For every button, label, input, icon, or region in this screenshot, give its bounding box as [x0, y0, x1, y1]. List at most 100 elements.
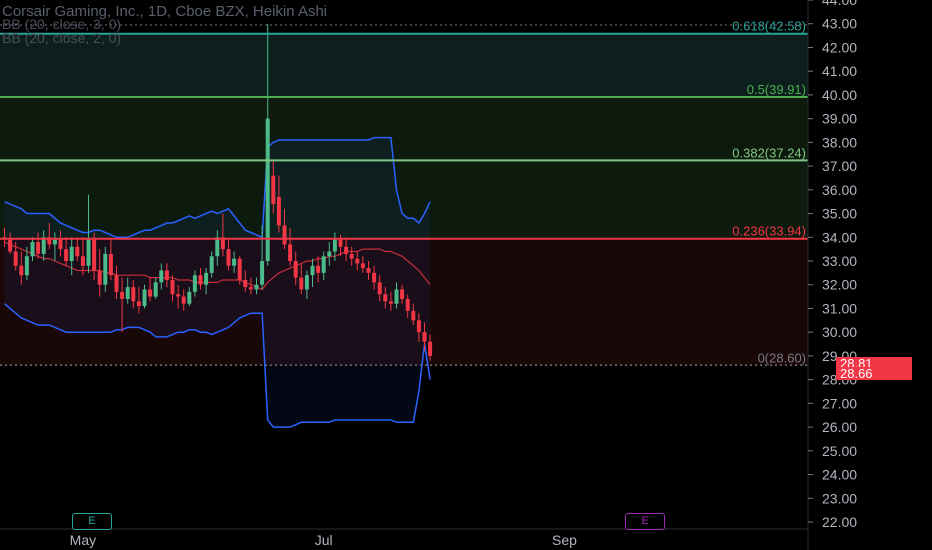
candle-body — [332, 239, 337, 252]
fib-label: 0.382(37.24) — [732, 145, 806, 160]
candle-body — [360, 263, 365, 269]
prev-price-tag: 28.66 — [836, 367, 912, 380]
candle-body — [97, 270, 102, 285]
fib-zone — [0, 33, 808, 98]
candle-body — [288, 244, 293, 261]
y-tick-label: 31.00 — [822, 300, 857, 316]
candle-body — [125, 287, 130, 299]
candle-body — [192, 275, 197, 292]
candle-body — [338, 239, 343, 247]
y-tick-label: 34.00 — [822, 229, 857, 245]
y-tick-label: 25.00 — [822, 443, 857, 459]
x-tick-label: Jul — [315, 532, 333, 548]
candle-body — [422, 332, 427, 342]
candle-body — [24, 256, 29, 276]
fib-label: 0.5(39.91) — [747, 82, 806, 97]
y-tick-label: 33.00 — [822, 253, 857, 269]
candle-body — [176, 294, 181, 297]
y-tick-label: 36.00 — [822, 182, 857, 198]
fib-label: 0(28.60) — [758, 350, 806, 365]
candle-body — [36, 242, 41, 254]
candle-body — [243, 279, 248, 288]
candle-body — [170, 279, 175, 295]
candle-body — [316, 265, 321, 273]
candle-body — [383, 294, 388, 302]
candle-body — [226, 249, 231, 266]
candle-body — [327, 251, 332, 257]
y-tick-label: 23.00 — [822, 490, 857, 506]
y-tick-label: 27.00 — [822, 395, 857, 411]
candle-body — [159, 270, 164, 283]
y-tick-label: 35.00 — [822, 206, 857, 222]
y-tick-label: 32.00 — [822, 277, 857, 293]
y-tick-label: 42.00 — [822, 39, 857, 55]
candle-body — [400, 289, 405, 299]
y-tick-label: 22.00 — [822, 514, 857, 530]
candle-body — [299, 277, 304, 290]
price-chart[interactable]: 0.618(42.58) 0.5(39.91) 0.382(37.24) 0.236(… — [0, 0, 932, 550]
candle-body — [416, 320, 421, 333]
y-tick-label: 37.00 — [822, 158, 857, 174]
y-tick-label: 24.00 — [822, 467, 857, 483]
x-tick-label: May — [70, 532, 96, 548]
candle-body — [282, 225, 287, 245]
candle-body — [187, 291, 192, 304]
bb-legend-2[interactable]: BB (20, close, 2, 0) — [2, 30, 121, 46]
candle-body — [181, 296, 186, 304]
y-tick-label: 26.00 — [822, 419, 857, 435]
candle-body — [164, 270, 169, 280]
candle-body — [405, 298, 410, 311]
candle-body — [136, 301, 141, 307]
candle-body — [372, 272, 377, 283]
fib-label: 0.236(33.94) — [732, 224, 806, 239]
earnings-marker-icon[interactable]: E — [72, 513, 112, 530]
candle-body — [148, 289, 153, 297]
y-tick-label: 40.00 — [822, 87, 857, 103]
candle-body — [108, 253, 113, 276]
candle-body — [260, 261, 265, 285]
candle-body — [8, 239, 13, 252]
candle-body — [58, 239, 63, 250]
candle-body — [204, 272, 209, 285]
candle-body — [237, 258, 242, 280]
candle-body — [13, 251, 18, 266]
candle-body — [69, 246, 74, 261]
candle-body — [254, 284, 259, 290]
fib-label: 0.618(42.58) — [732, 19, 806, 34]
candle-body — [64, 249, 69, 261]
candle-body — [75, 246, 80, 257]
y-tick-label: 44.00 — [822, 0, 857, 8]
y-tick-label: 39.00 — [822, 111, 857, 127]
candle-body — [411, 310, 416, 321]
candle-body — [215, 237, 220, 257]
candle-body — [304, 275, 309, 290]
candle-body — [310, 265, 315, 276]
candle-body — [114, 275, 119, 292]
candle-body — [394, 289, 399, 304]
candle-body — [153, 282, 158, 297]
candle-body — [388, 301, 393, 304]
candle-body — [366, 268, 371, 273]
candle-body — [103, 253, 108, 285]
candle-body — [248, 287, 253, 290]
candle-body — [232, 258, 237, 266]
earnings-marker-icon[interactable]: E — [625, 513, 665, 530]
y-tick-label: 38.00 — [822, 134, 857, 150]
candle-body — [349, 253, 354, 259]
candle-body — [355, 258, 360, 264]
candle-body — [321, 256, 326, 273]
candle-body — [377, 282, 382, 295]
y-tick-label: 41.00 — [822, 63, 857, 79]
y-tick-label: 43.00 — [822, 16, 857, 32]
candle-body — [293, 261, 298, 278]
x-tick-label: Sep — [552, 532, 577, 548]
candle-body — [142, 289, 147, 307]
candle-body — [41, 237, 46, 254]
candle-body — [86, 239, 91, 266]
y-tick-label: 30.00 — [822, 324, 857, 340]
candle-body — [19, 265, 24, 276]
candle-body — [120, 291, 125, 299]
candle-body — [344, 246, 349, 254]
candle-body — [271, 175, 276, 205]
candle-body — [92, 239, 97, 271]
